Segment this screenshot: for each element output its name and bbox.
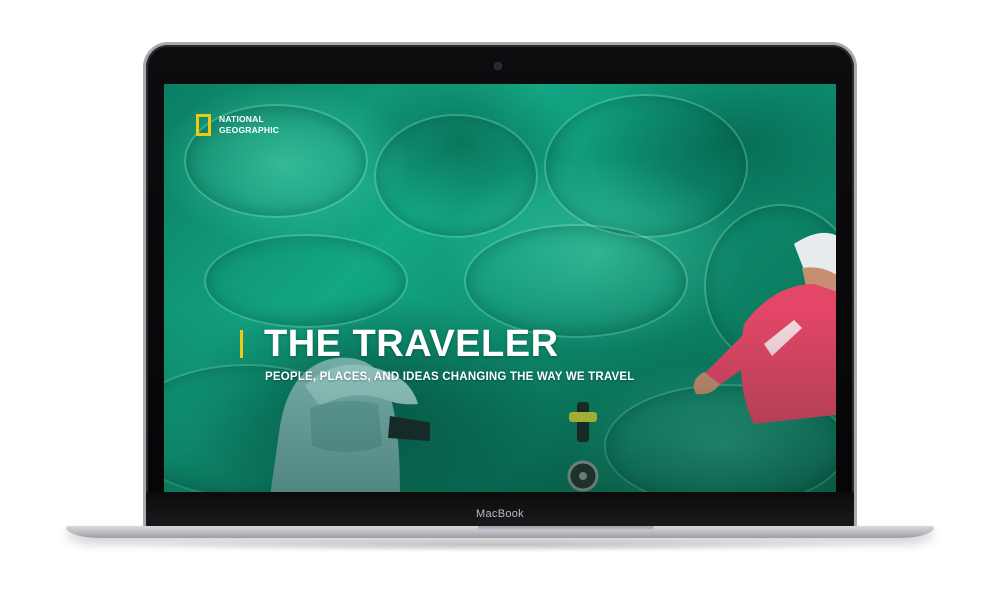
- site-logo[interactable]: NATIONAL GEOGRAPHIC: [196, 114, 279, 136]
- webcam: [495, 63, 501, 69]
- logo-text-line2: GEOGRAPHIC: [219, 125, 280, 135]
- logo-text-line1: NATIONAL: [219, 114, 264, 124]
- logo-wordmark: NATIONAL GEOGRAPHIC: [219, 114, 279, 136]
- headline-accent-bar: [240, 330, 243, 358]
- page-subtitle: PEOPLE, PLACES, AND IDEAS CHANGING THE W…: [265, 371, 635, 383]
- laptop-screen: NATIONAL GEOGRAPHIC THE TRAVELER PEOPLE,…: [164, 84, 836, 492]
- yellow-border-logo-icon: [196, 114, 211, 136]
- lid-opening-notch: [478, 526, 654, 531]
- laptop-shadow: [120, 538, 880, 552]
- hero-overlay: [164, 84, 836, 492]
- laptop-base: [66, 526, 934, 538]
- device-brand-label: MacBook: [476, 508, 524, 520]
- page-title: THE TRAVELER: [264, 323, 559, 365]
- laptop-chin: MacBook: [146, 492, 854, 528]
